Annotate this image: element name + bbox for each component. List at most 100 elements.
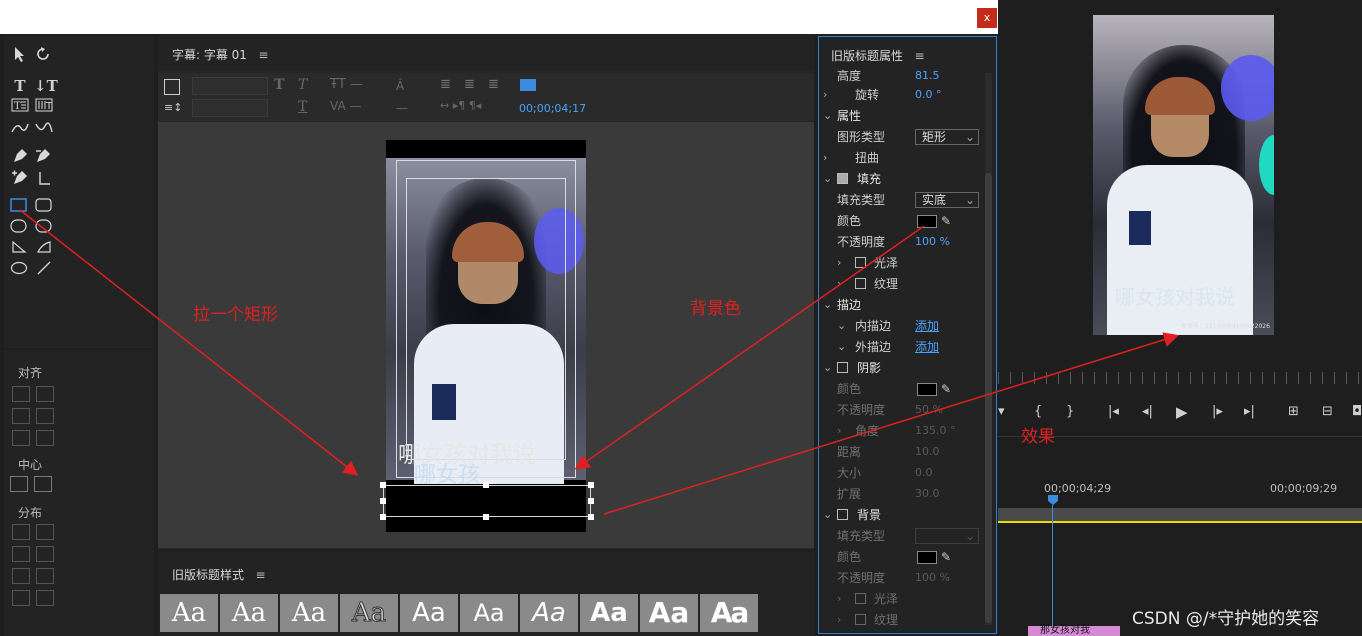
fill-checkbox[interactable]: [837, 173, 848, 184]
arc-tool-icon[interactable]: [34, 240, 54, 260]
font-style-dropdown[interactable]: [192, 99, 268, 117]
align-bottom-icon[interactable]: [36, 430, 54, 446]
sheen-checkbox[interactable]: [855, 257, 866, 268]
kerning-icon[interactable]: VA —: [330, 99, 361, 113]
step-forward-icon[interactable]: |▸: [1212, 404, 1223, 419]
title-editor-tab[interactable]: 字幕: 字幕 01 ≡: [172, 46, 268, 63]
ellipse-tool-icon[interactable]: [9, 261, 29, 281]
distance-value[interactable]: 10.0: [915, 442, 940, 462]
prop-distort-row[interactable]: › 扭曲: [819, 148, 996, 168]
bg-fill-type-dropdown[interactable]: ⌄: [915, 528, 979, 544]
align-right-icon[interactable]: [12, 408, 30, 424]
resize-handle-mr[interactable]: [588, 498, 594, 504]
pen-tool-icon[interactable]: [10, 148, 30, 168]
outer-stroke-add-link[interactable]: 添加: [915, 337, 939, 357]
monitor-time-ruler[interactable]: [998, 372, 1362, 384]
rotation-tool-icon[interactable]: [34, 46, 54, 66]
font-family-dropdown[interactable]: [192, 77, 268, 95]
center-vertical-icon[interactable]: [34, 476, 52, 492]
fill-color-swatch[interactable]: [917, 215, 937, 228]
size-value[interactable]: 0.0: [915, 463, 933, 483]
resize-handle-ml[interactable]: [380, 498, 386, 504]
chevron-down-icon[interactable]: ⌄: [823, 169, 832, 189]
play-icon[interactable]: ▶: [1176, 403, 1188, 421]
style-swatch-10[interactable]: Aa: [700, 594, 758, 632]
align-center-text-icon[interactable]: ≣: [464, 77, 475, 92]
path-type-tool-icon[interactable]: [10, 120, 30, 140]
extract-icon[interactable]: ⊟: [1322, 404, 1333, 419]
align-left-icon[interactable]: [12, 386, 30, 402]
step-back-icon[interactable]: ◂|: [1142, 404, 1153, 419]
shadow-checkbox[interactable]: [837, 362, 848, 373]
baseline-icon[interactable]: —: [396, 101, 408, 115]
distribute-right-icon[interactable]: [12, 546, 30, 562]
chevron-right-icon[interactable]: ›: [823, 85, 827, 105]
resize-handle-bl[interactable]: [380, 514, 386, 520]
height-value[interactable]: 81.5: [915, 66, 940, 86]
resize-handle-tr[interactable]: [588, 482, 594, 488]
tab-stops-icon[interactable]: ≡↕: [164, 101, 182, 114]
chevron-right-icon[interactable]: ›: [837, 421, 841, 441]
distribute-vspace-icon[interactable]: [36, 590, 54, 606]
eyedropper-icon[interactable]: ✎: [941, 547, 951, 567]
bg-texture-checkbox[interactable]: [855, 614, 866, 625]
shadow-color-swatch[interactable]: [917, 383, 937, 396]
inner-stroke-add-link[interactable]: 添加: [915, 316, 939, 336]
vertical-area-type-tool-icon[interactable]: T: [34, 98, 54, 118]
chevron-down-icon[interactable]: ⌄: [823, 106, 832, 126]
playhead-sync-icon[interactable]: [520, 79, 536, 91]
close-button[interactable]: x: [977, 8, 997, 28]
style-swatch-8[interactable]: Aa: [580, 594, 638, 632]
align-left-text-icon[interactable]: ≣: [440, 77, 451, 92]
chevron-down-icon[interactable]: ⌄: [837, 316, 846, 336]
background-checkbox[interactable]: [837, 509, 848, 520]
export-frame-icon[interactable]: ◘: [1352, 404, 1362, 419]
chevron-right-icon[interactable]: ›: [837, 610, 841, 630]
distribute-center-icon[interactable]: [36, 524, 54, 540]
resize-handle-tc[interactable]: [483, 482, 489, 488]
align-center-h-icon[interactable]: [36, 386, 54, 402]
bg-opacity-value[interactable]: 100 %: [915, 568, 950, 588]
chevron-right-icon[interactable]: ›: [837, 253, 841, 273]
prop-stroke-row[interactable]: ⌄ 描边: [819, 295, 996, 315]
timeline-title-clip[interactable]: 那女孩对我: [1028, 626, 1120, 636]
chevron-down-icon[interactable]: ⌄: [823, 295, 832, 315]
fill-type-dropdown[interactable]: 实底 ⌄: [915, 192, 979, 208]
leading-icon[interactable]: Â: [396, 79, 404, 93]
lift-icon[interactable]: ⊞: [1288, 404, 1299, 419]
go-to-out-icon[interactable]: ▸|: [1244, 404, 1255, 419]
delete-anchor-tool-icon[interactable]: [34, 148, 54, 168]
style-swatch-6[interactable]: Aa: [460, 594, 518, 632]
bold-icon[interactable]: T: [274, 77, 284, 93]
drawn-rectangle[interactable]: [383, 485, 591, 517]
area-type-tool-icon[interactable]: T: [10, 98, 30, 118]
vertical-path-type-tool-icon[interactable]: [34, 120, 54, 140]
chevron-down-icon[interactable]: ⌄: [823, 505, 832, 525]
prop-attributes-row[interactable]: ⌄ 属性: [819, 106, 996, 126]
opacity-value[interactable]: 100 %: [915, 232, 950, 252]
add-anchor-tool-icon[interactable]: [10, 170, 30, 190]
marker-icon[interactable]: ▾: [998, 404, 1005, 419]
texture-checkbox[interactable]: [855, 278, 866, 289]
styles-menu-icon[interactable]: ≡: [255, 568, 265, 582]
spread-value[interactable]: 30.0: [915, 484, 940, 504]
shape-type-dropdown[interactable]: 矩形 ⌄: [915, 129, 979, 145]
bg-color-swatch[interactable]: [917, 551, 937, 564]
line-tool-icon[interactable]: [34, 261, 54, 281]
italic-icon[interactable]: T: [298, 77, 307, 93]
chevron-right-icon[interactable]: ›: [837, 589, 841, 609]
style-swatch-5[interactable]: Aa: [400, 594, 458, 632]
distribute-bottom-icon[interactable]: [12, 590, 30, 606]
clipped-corner-rectangle-tool-icon[interactable]: [9, 219, 29, 239]
align-right-text-icon[interactable]: ≣: [488, 77, 499, 92]
chevron-right-icon[interactable]: ›: [823, 148, 827, 168]
properties-menu-icon[interactable]: ≡: [914, 49, 924, 63]
eyedropper-icon[interactable]: ✎: [941, 379, 951, 399]
mark-out-icon[interactable]: }: [1066, 404, 1074, 419]
type-tool-icon[interactable]: T: [10, 76, 30, 96]
rotation-value[interactable]: 0.0 °: [915, 85, 942, 105]
bg-sheen-checkbox[interactable]: [855, 593, 866, 604]
convert-anchor-tool-icon[interactable]: [34, 170, 54, 190]
style-swatch-3[interactable]: Aa: [280, 594, 338, 632]
distribute-middle-icon[interactable]: [36, 568, 54, 584]
